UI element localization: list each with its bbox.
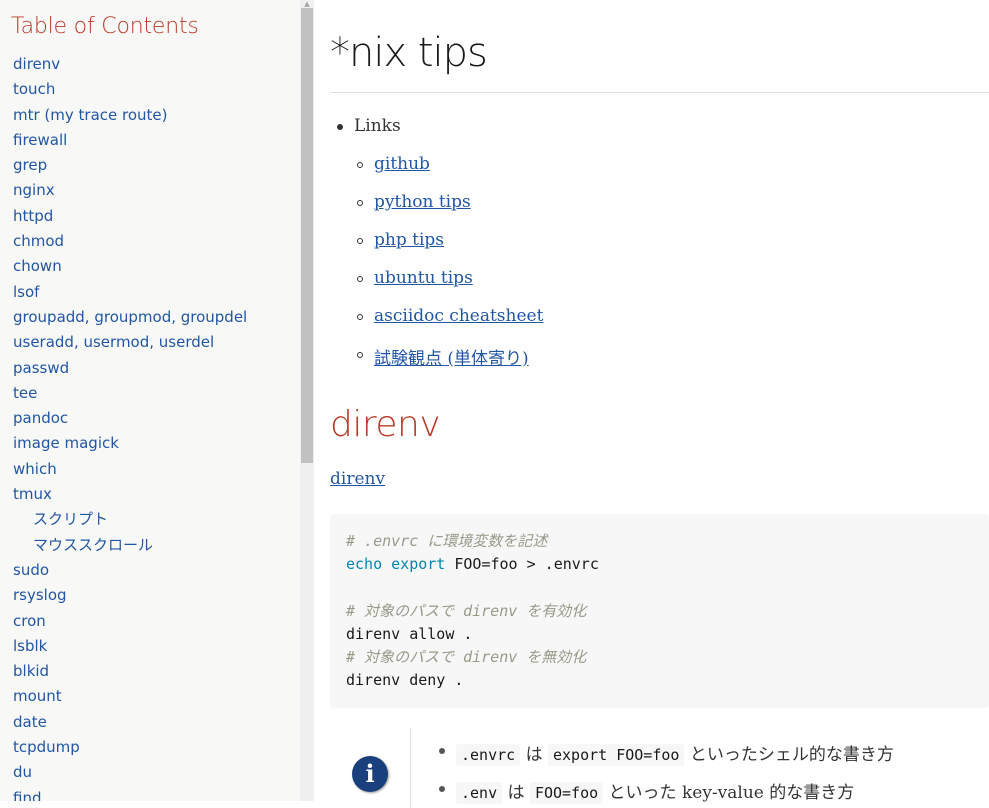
link-php-tips[interactable]: php tips <box>374 230 444 250</box>
toc-item-14[interactable]: pandoc <box>0 406 247 431</box>
code-content: # .envrc に環境変数を記述 echo export FOO=foo > … <box>346 530 599 692</box>
scroll-up-arrow-icon[interactable]: ▲ <box>302 0 312 8</box>
toc-item-17[interactable]: tmux <box>0 482 247 507</box>
toc-item-12[interactable]: passwd <box>0 356 247 381</box>
link-github[interactable]: github <box>374 154 430 174</box>
toc-item-4[interactable]: grep <box>0 153 247 178</box>
page-title: *nix tips <box>330 30 488 76</box>
code-text: direnv allow . <box>346 624 473 643</box>
code-keyword: export <box>391 555 446 574</box>
inline-code: export FOO=foo <box>548 744 685 766</box>
toc-item-6[interactable]: httpd <box>0 204 247 229</box>
code-text: direnv deny . <box>346 671 464 690</box>
link-asciidoc-cheatsheet[interactable]: asciidoc cheatsheet <box>374 306 543 326</box>
toc-item-11[interactable]: useradd, usermod, userdel <box>0 330 247 355</box>
note-divider <box>410 728 411 808</box>
bullet-disc-icon <box>439 748 445 754</box>
toc-item-3[interactable]: firewall <box>0 128 247 153</box>
links-heading: Links <box>354 116 401 136</box>
toc-item-8[interactable]: chown <box>0 254 247 279</box>
toc-item-16[interactable]: which <box>0 457 247 482</box>
toc-item-29[interactable]: find <box>0 786 247 801</box>
section-heading-direnv: direnv <box>330 404 441 445</box>
scrollbar-thumb[interactable] <box>301 8 313 463</box>
table-of-contents: Table of Contents direnv touch mtr (my tra… <box>0 0 300 801</box>
bullet-circle-icon <box>357 238 363 244</box>
bullet-circle-icon <box>357 162 363 168</box>
toc-item-27[interactable]: tcpdump <box>0 735 247 760</box>
title-divider <box>330 92 989 93</box>
code-comment: # .envrc に環境変数を記述 <box>346 532 548 550</box>
code-comment: # 対象のパスで direnv を無効化 <box>346 648 587 667</box>
toc-item-7[interactable]: chmod <box>0 229 247 254</box>
code-keyword: echo <box>346 555 383 574</box>
link-direnv[interactable]: direnv <box>330 469 385 489</box>
toc-item-21[interactable]: rsyslog <box>0 583 247 608</box>
bullet-circle-icon <box>357 200 363 206</box>
toc-item-25[interactable]: mount <box>0 684 247 709</box>
toc-item-24[interactable]: blkid <box>0 659 247 684</box>
toc-item-0[interactable]: direnv <box>0 52 247 77</box>
toc-item-18[interactable]: スクリプト <box>0 507 247 532</box>
bullet-circle-icon <box>357 314 363 320</box>
code-block: # .envrc に環境変数を記述 echo export FOO=foo > … <box>330 514 989 708</box>
bullet-circle-icon <box>357 352 363 358</box>
toc-item-9[interactable]: lsof <box>0 280 247 305</box>
toc-item-15[interactable]: image magick <box>0 431 247 456</box>
toc-list: direnv touch mtr (my trace route) firewall g… <box>0 52 247 801</box>
toc-item-10[interactable]: groupadd, groupmod, groupdel <box>0 305 247 330</box>
inline-code: .envrc <box>456 744 521 766</box>
toc-title: Table of Contents <box>11 14 199 39</box>
toc-item-2[interactable]: mtr (my trace route) <box>0 103 247 128</box>
toc-item-5[interactable]: nginx <box>0 178 247 203</box>
toc-item-23[interactable]: lsblk <box>0 634 247 659</box>
toc-item-20[interactable]: sudo <box>0 558 247 583</box>
link-python-tips[interactable]: python tips <box>374 192 471 212</box>
bullet-disc-icon <box>337 124 343 130</box>
bullet-circle-icon <box>357 276 363 282</box>
toc-item-26[interactable]: date <box>0 710 247 735</box>
info-icon: i <box>352 756 388 792</box>
note-text: といったシェル的な書き方 <box>684 745 894 765</box>
main-content: *nix tips Links github python tips php t… <box>330 0 989 808</box>
link-ubuntu-tips[interactable]: ubuntu tips <box>374 268 473 288</box>
toc-item-1[interactable]: touch <box>0 77 247 102</box>
toc-item-19[interactable]: マウススクロール <box>0 533 247 558</box>
note-text: は <box>520 745 548 765</box>
bullet-disc-icon <box>439 786 445 792</box>
link-test-viewpoints[interactable]: 試験観点 (単体寄り) <box>374 344 529 369</box>
toc-item-28[interactable]: du <box>0 760 247 785</box>
toc-item-13[interactable]: tee <box>0 381 247 406</box>
code-comment: # 対象のパスで direnv を有効化 <box>346 601 587 620</box>
code-text: FOO=foo > .envrc <box>445 555 599 574</box>
note-text: は <box>502 783 530 803</box>
note-item: .env は FOO=foo といった key-value 的な書き方 <box>456 778 855 804</box>
toc-item-22[interactable]: cron <box>0 609 247 634</box>
note-text: といった key-value 的な書き方 <box>603 783 855 803</box>
note-item: .envrc は export FOO=foo といったシェル的な書き方 <box>456 740 894 766</box>
